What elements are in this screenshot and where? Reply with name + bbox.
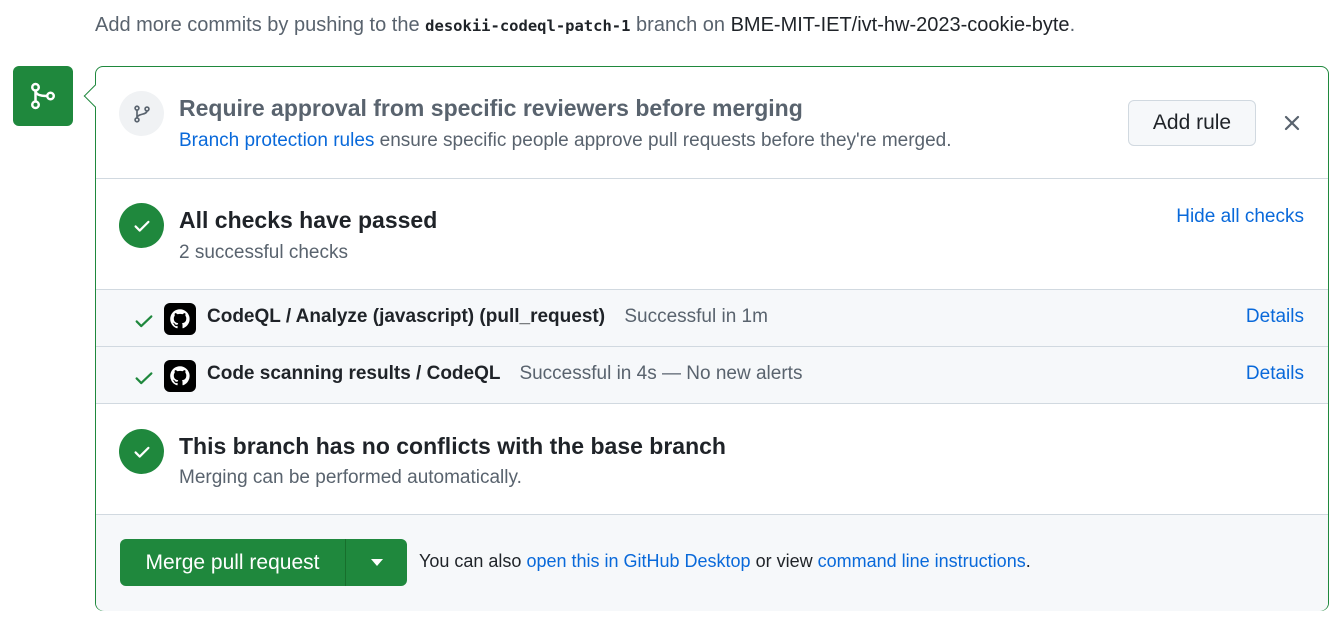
merge-box: Require approval from specific reviewers… bbox=[83, 66, 1329, 611]
check-status: Successful in 4s — No new alerts bbox=[519, 363, 803, 384]
details-link[interactable]: Details bbox=[1246, 363, 1304, 385]
merge-button-group: Merge pull request bbox=[120, 539, 407, 586]
checks-summary: All checks have passed 2 successful chec… bbox=[96, 179, 1328, 290]
check-icon bbox=[135, 315, 153, 328]
approval-text: ensure specific people approve pull requ… bbox=[379, 130, 952, 151]
conflicts-title: This branch has no conflicts with the ba… bbox=[179, 433, 726, 459]
check-row: Code scanning results / CodeQL Successfu… bbox=[96, 347, 1328, 404]
merge-pull-request-button[interactable]: Merge pull request bbox=[120, 539, 346, 586]
conflicts-section: This branch has no conflicts with the ba… bbox=[96, 404, 1328, 515]
approval-section: Require approval from specific reviewers… bbox=[96, 67, 1328, 179]
branch-protection-link[interactable]: Branch protection rules bbox=[179, 130, 374, 151]
merge-status-badge bbox=[13, 66, 73, 126]
command-line-instructions-link[interactable]: command line instructions bbox=[818, 551, 1026, 571]
details-link[interactable]: Details bbox=[1246, 306, 1304, 328]
check-name: CodeQL / Analyze (javascript) (pull_requ… bbox=[207, 306, 768, 327]
check-row: CodeQL / Analyze (javascript) (pull_requ… bbox=[96, 290, 1328, 347]
dismiss-button[interactable] bbox=[1281, 112, 1303, 134]
merge-section: Merge pull request You can also open thi… bbox=[96, 515, 1328, 611]
check-icon bbox=[133, 446, 150, 458]
github-actions-icon bbox=[164, 303, 196, 335]
push-hint-prefix: Add more commits by pushing to the bbox=[95, 14, 420, 36]
checks-subtitle: 2 successful checks bbox=[179, 242, 348, 263]
git-merge-icon bbox=[31, 82, 55, 110]
hide-all-checks-link[interactable]: Hide all checks bbox=[1176, 206, 1304, 228]
repo-name: BME-MIT-IET/ivt-hw-2023-cookie-byte bbox=[730, 14, 1070, 36]
branch-icon-circle bbox=[119, 91, 164, 136]
checks-status-circle bbox=[119, 203, 164, 248]
merge-alternatives: You can also open this in GitHub Desktop… bbox=[419, 551, 1031, 571]
merge-options-dropdown[interactable] bbox=[346, 539, 407, 586]
github-desktop-link[interactable]: open this in GitHub Desktop bbox=[526, 551, 750, 571]
check-status: Successful in 1m bbox=[624, 306, 768, 327]
github-actions-icon bbox=[164, 360, 196, 392]
conflicts-status-circle bbox=[119, 429, 164, 474]
git-branch-icon bbox=[133, 104, 150, 123]
branch-name: desokii-codeql-patch-1 bbox=[425, 17, 631, 35]
close-icon bbox=[1284, 115, 1300, 131]
checks-title: All checks have passed bbox=[179, 207, 438, 233]
check-icon bbox=[135, 372, 153, 385]
approval-description: Branch protection rules ensure specific … bbox=[179, 130, 952, 152]
check-icon bbox=[133, 220, 150, 232]
push-hint-middle: branch on bbox=[636, 14, 726, 36]
push-hint: Add more commits by pushing to the desok… bbox=[95, 14, 1075, 37]
add-rule-button[interactable]: Add rule bbox=[1128, 100, 1256, 146]
push-hint-suffix: . bbox=[1069, 14, 1076, 36]
triangle-down-icon bbox=[370, 558, 383, 566]
check-name: Code scanning results / CodeQL Successfu… bbox=[207, 363, 803, 384]
conflicts-subtitle: Merging can be performed automatically. bbox=[179, 467, 522, 488]
approval-title: Require approval from specific reviewers… bbox=[179, 95, 803, 121]
